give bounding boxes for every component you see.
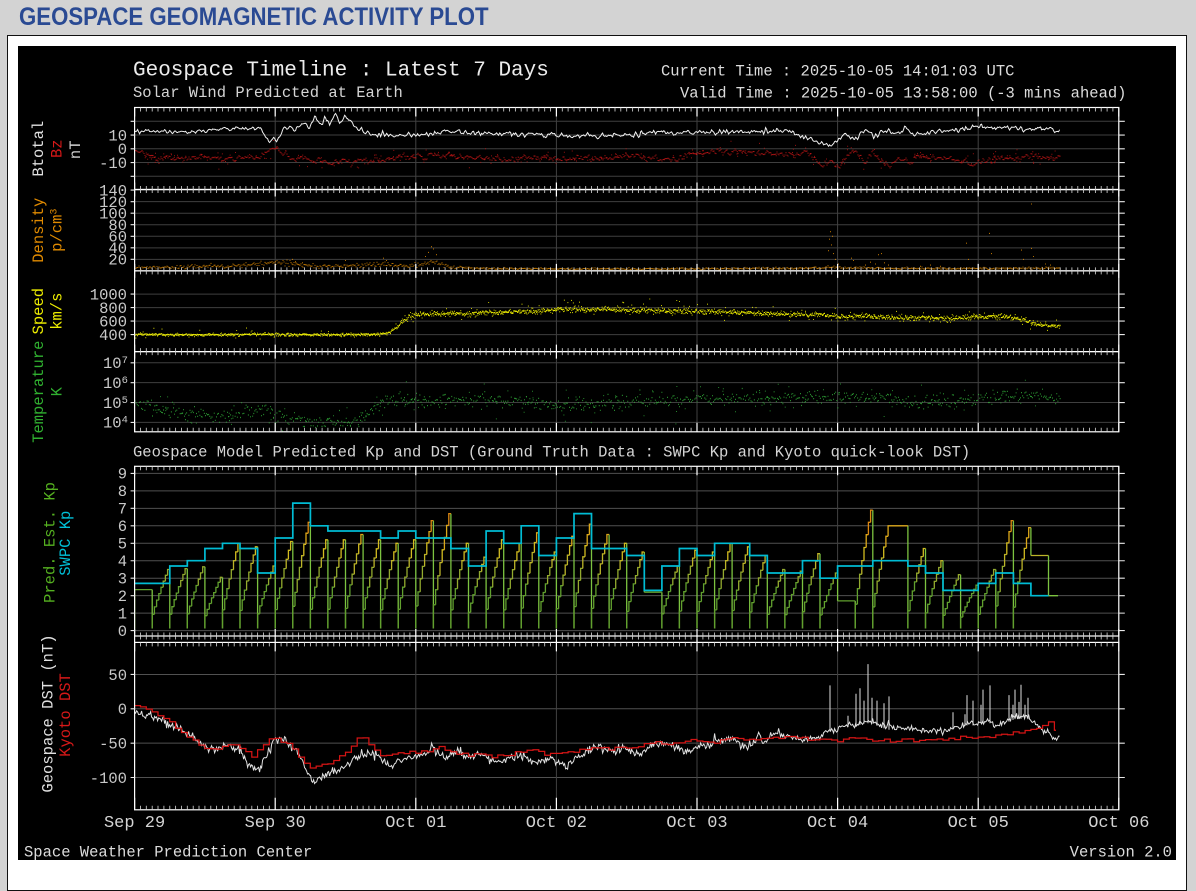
svg-text:50: 50 — [108, 667, 127, 685]
svg-text:Bz: Bz — [49, 139, 67, 158]
svg-text:nT: nT — [67, 140, 85, 159]
svg-text:Current Time : 2025-10-05 14:0: Current Time : 2025-10-05 14:01:03 UTC — [661, 63, 1014, 81]
svg-text:20: 20 — [108, 252, 127, 270]
svg-text:4: 4 — [118, 553, 127, 571]
svg-text:Speed: Speed — [30, 288, 48, 335]
svg-text:0: 0 — [118, 623, 127, 641]
svg-text:8: 8 — [118, 483, 127, 501]
svg-text:K: K — [49, 386, 67, 396]
svg-text:2: 2 — [118, 588, 127, 606]
svg-text:Geospace Model Predicted Kp an: Geospace Model Predicted Kp and DST (Gro… — [133, 444, 970, 462]
svg-text:Density: Density — [30, 198, 48, 263]
svg-text:Btotal: Btotal — [30, 121, 48, 177]
svg-text:Oct 03: Oct 03 — [666, 814, 727, 833]
svg-text:Geospace Timeline : Latest 7 D: Geospace Timeline : Latest 7 Days — [133, 60, 549, 83]
svg-text:Geospace DST (nT): Geospace DST (nT) — [40, 634, 58, 792]
svg-text:Oct 02: Oct 02 — [526, 814, 587, 833]
svg-text:SWPC Kp: SWPC Kp — [57, 511, 75, 576]
svg-text:Kyoto DST: Kyoto DST — [57, 673, 75, 757]
svg-text:-50: -50 — [99, 735, 127, 753]
svg-text:9: 9 — [118, 466, 127, 484]
svg-text:3: 3 — [118, 571, 127, 589]
svg-text:Sep 30: Sep 30 — [245, 814, 306, 833]
svg-text:Oct 04: Oct 04 — [807, 814, 868, 833]
svg-text:0: 0 — [118, 701, 127, 719]
svg-text:Sep 29: Sep 29 — [104, 814, 165, 833]
svg-text:-10: -10 — [99, 155, 127, 173]
svg-text:km/s: km/s — [49, 293, 67, 330]
svg-text:Oct 05: Oct 05 — [948, 814, 1009, 833]
svg-text:Valid Time : 2025-10-05 13:58:: Valid Time : 2025-10-05 13:58:00 (-3 min… — [680, 85, 1126, 103]
svg-text:-100: -100 — [90, 770, 127, 788]
svg-text:Solar Wind Predicted at Earth: Solar Wind Predicted at Earth — [133, 84, 403, 102]
svg-text:7: 7 — [118, 501, 127, 519]
svg-text:Temperature: Temperature — [30, 341, 48, 443]
svg-text:Version 2.0: Version 2.0 — [1070, 844, 1172, 861]
svg-text:p/cm3: p/cm3 — [49, 209, 67, 252]
svg-text:Oct 06: Oct 06 — [1088, 814, 1149, 833]
svg-text:1: 1 — [118, 605, 127, 623]
svg-text:Space Weather Prediction Cente: Space Weather Prediction Center — [24, 844, 312, 861]
svg-text:6: 6 — [118, 518, 127, 536]
svg-text:400: 400 — [99, 327, 127, 345]
svg-text:Oct 01: Oct 01 — [385, 814, 446, 833]
svg-text:5: 5 — [118, 536, 127, 554]
